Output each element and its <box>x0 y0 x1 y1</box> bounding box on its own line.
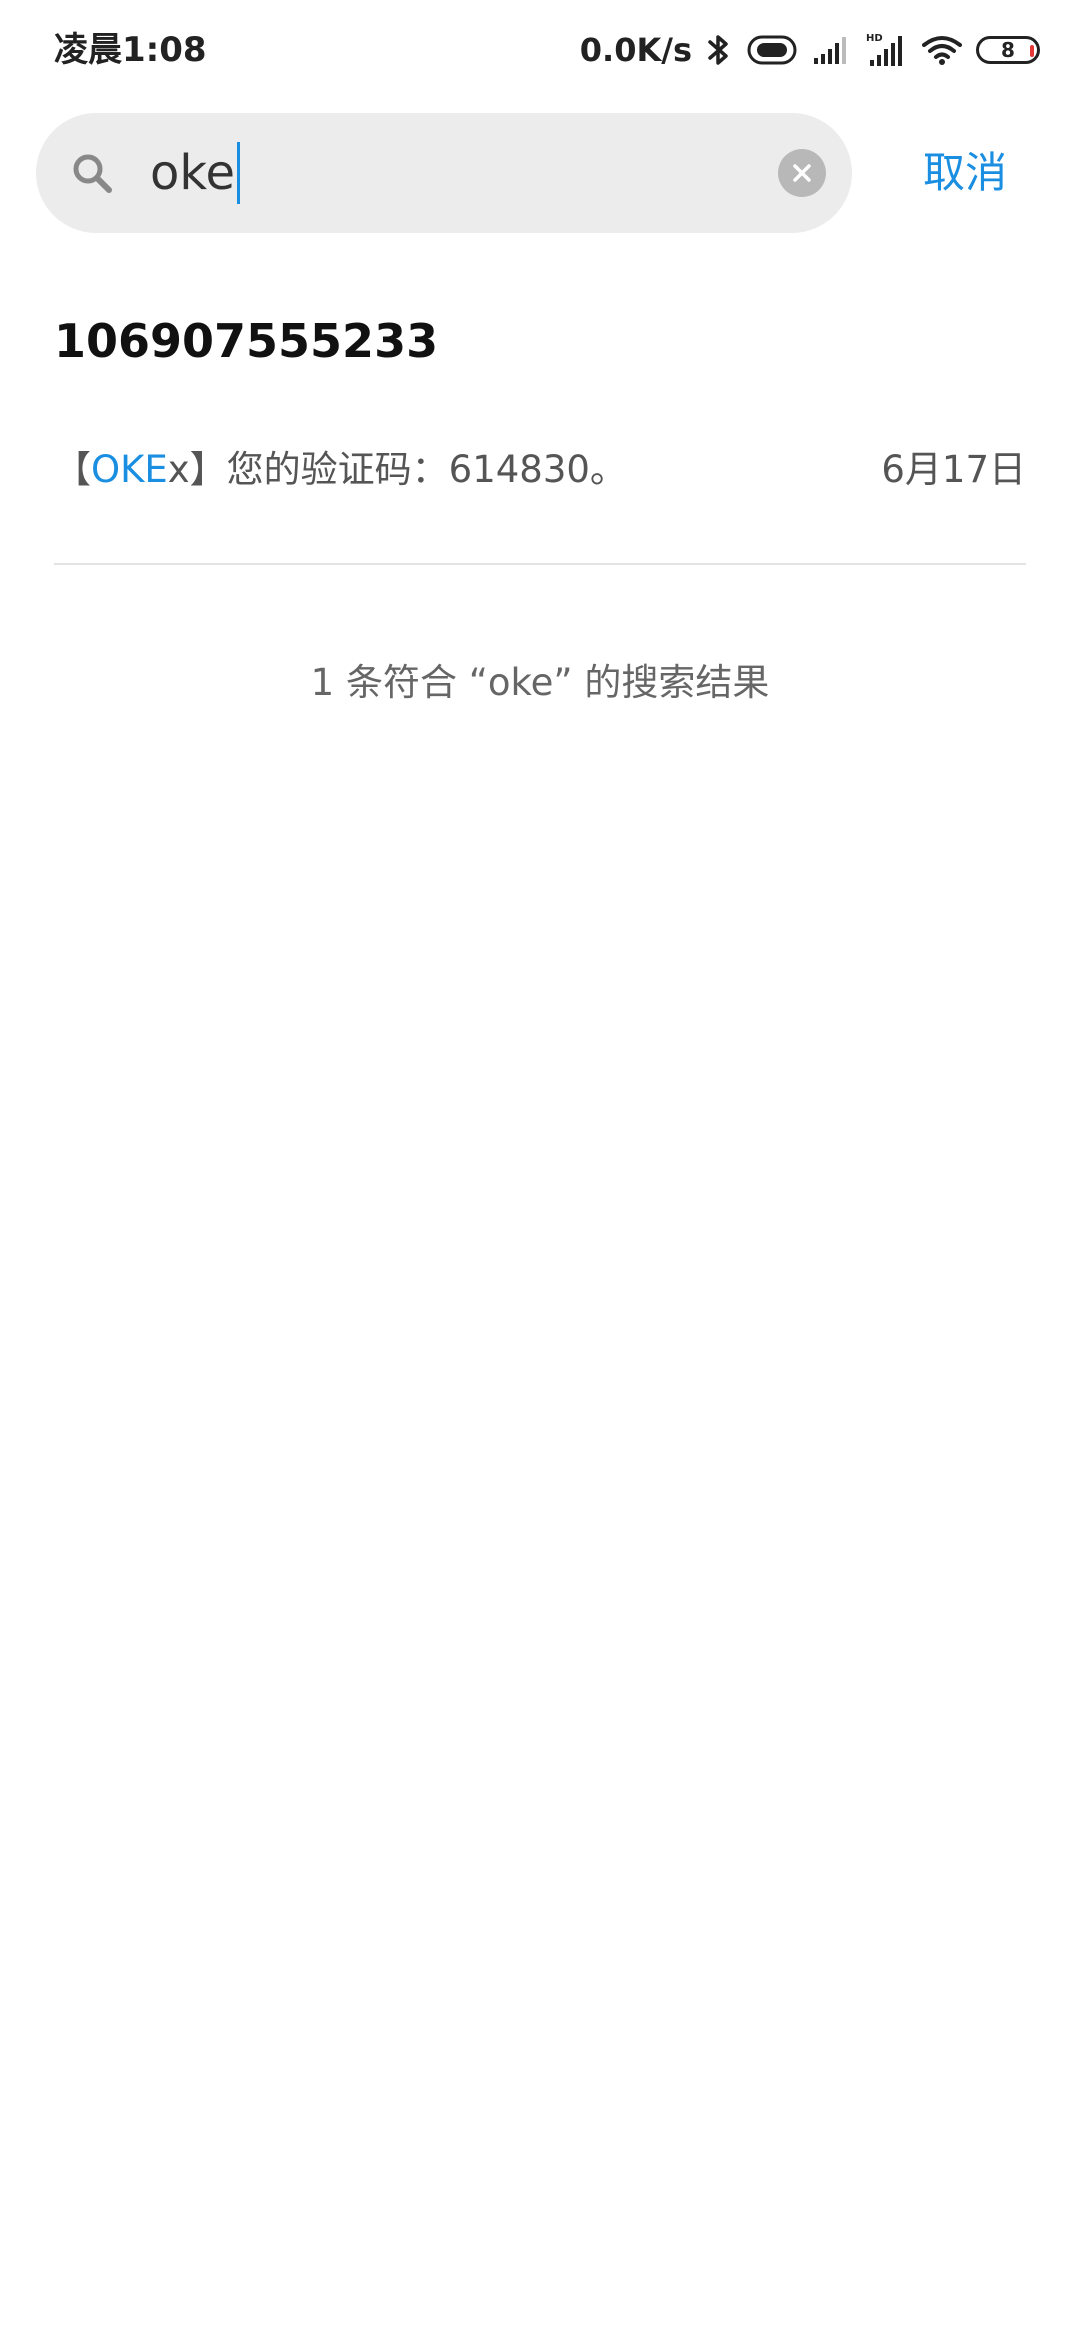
message-highlight: OKE <box>91 448 168 491</box>
text-caret <box>236 142 240 204</box>
cancel-button[interactable]: 取消 <box>900 113 1030 233</box>
signal-icon <box>812 34 852 66</box>
message-result-row[interactable]: 【OKEx】您的验证码：614830。 6月17日 <box>54 430 1026 510</box>
bluetooth-icon <box>706 32 732 68</box>
hd-label: HD <box>866 33 883 44</box>
network-speed: 0.0K/s <box>579 31 692 69</box>
divider <box>54 563 1026 565</box>
battery-icon: 8 <box>976 36 1040 64</box>
search-input[interactable]: oke <box>150 133 240 213</box>
battery-low-indicator <box>1030 45 1034 57</box>
signal-hd-icon: HD <box>866 32 908 68</box>
message-prefix: 【 <box>54 448 91 491</box>
battery-level: 8 <box>1001 38 1015 62</box>
wifi-icon <box>922 34 962 66</box>
search-icon <box>70 151 114 195</box>
vibrate-icon <box>746 34 798 66</box>
search-query: oke <box>150 145 235 201</box>
search-box[interactable]: oke <box>36 113 852 233</box>
status-time: 凌晨1:08 <box>54 30 207 70</box>
message-snippet: 【OKEx】您的验证码：614830。 <box>54 430 627 510</box>
status-bar: 凌晨1:08 0.0K/s HD 8 <box>0 0 1080 100</box>
result-count: 1 条符合 “oke” 的搜索结果 <box>310 661 770 704</box>
message-date: 6月17日 <box>881 448 1026 491</box>
message-suffix: x】您的验证码：614830。 <box>167 448 627 491</box>
clear-search-icon[interactable] <box>778 149 826 197</box>
status-icons: 0.0K/s HD 8 <box>580 28 1040 72</box>
sender-number[interactable]: 106907555233 <box>54 306 438 376</box>
